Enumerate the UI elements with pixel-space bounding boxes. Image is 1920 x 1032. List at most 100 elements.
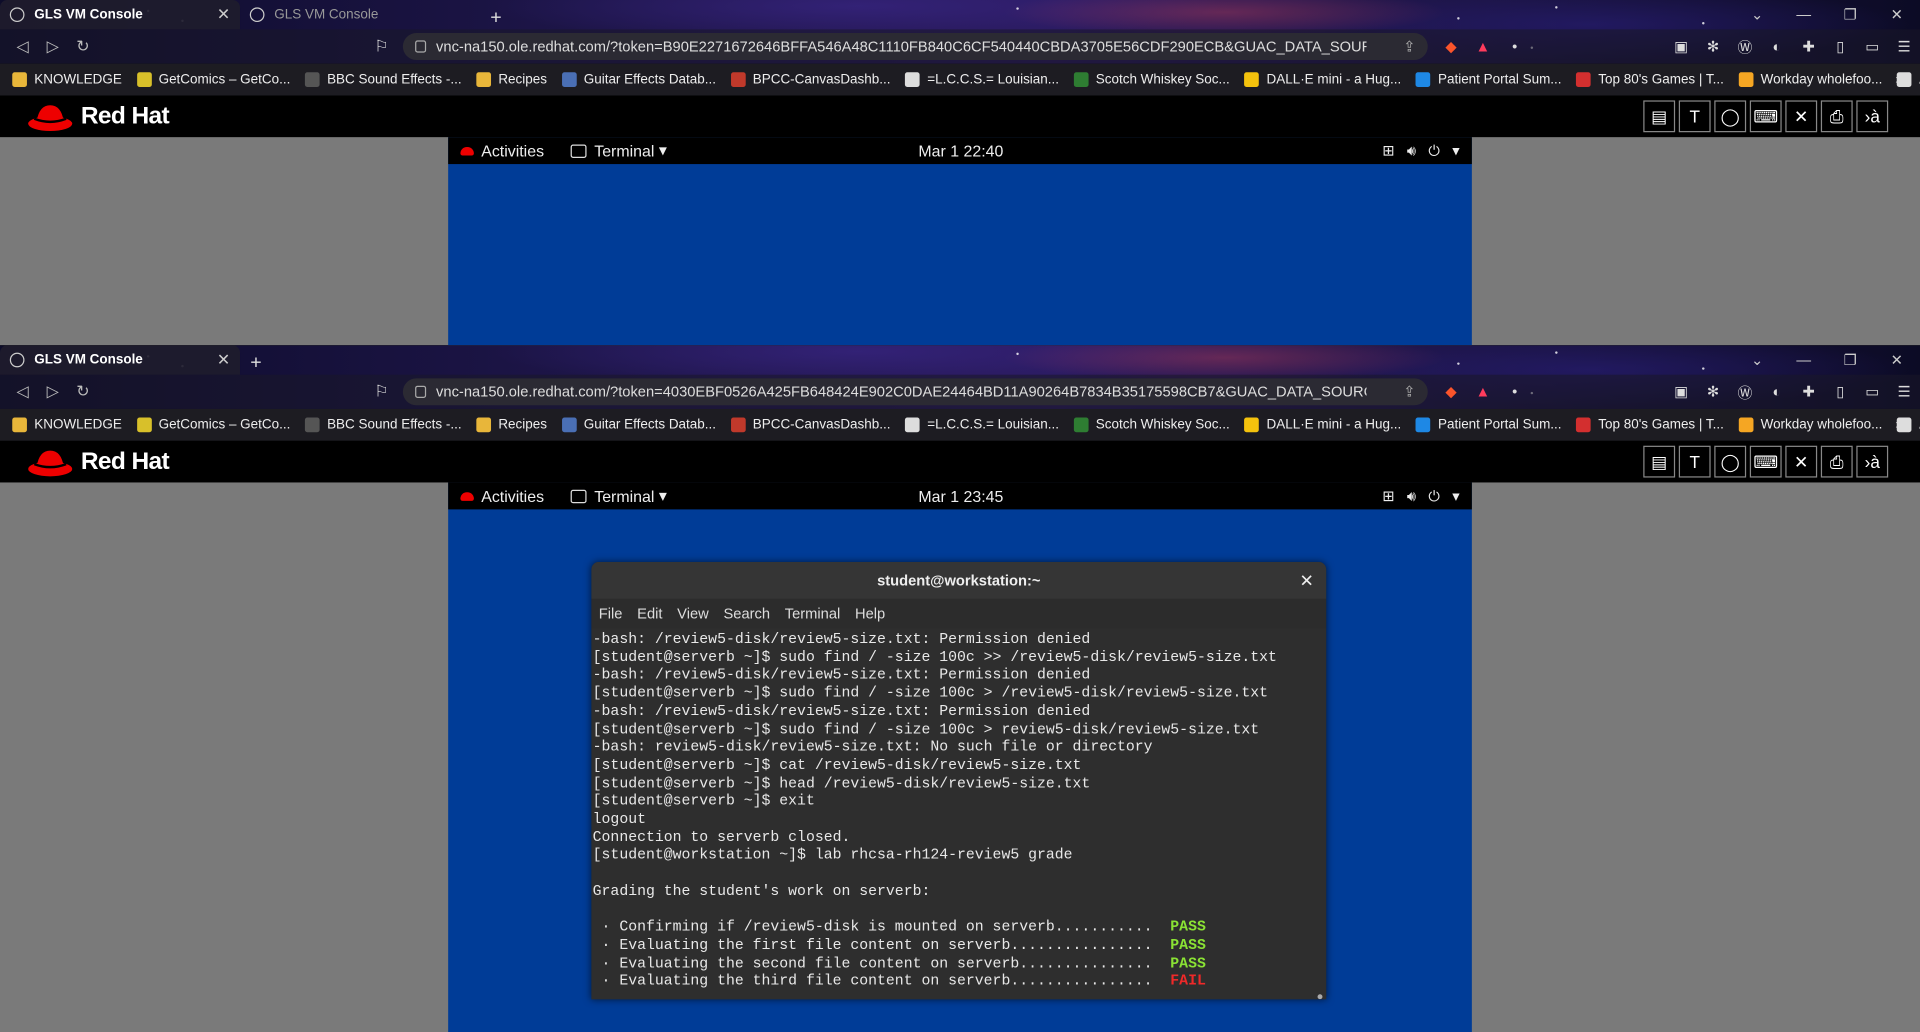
bookmark-item[interactable]: BBC Sound Effects -... xyxy=(305,72,462,87)
minimize-button[interactable]: — xyxy=(1780,345,1827,374)
menu-search[interactable]: Search xyxy=(723,605,770,622)
menu-terminal[interactable]: Terminal xyxy=(785,605,841,622)
menu-help[interactable]: Help xyxy=(855,605,885,622)
bookmarks-more-button[interactable]: » xyxy=(1895,418,1903,433)
terminal-output[interactable]: -bash: /review5-disk/review5-size.txt: P… xyxy=(591,628,1327,1000)
bookmark-item[interactable]: Workday wholefoo... xyxy=(1738,417,1882,433)
system-tray[interactable]: ⊞ 🔊︎ ⏻ ▾ xyxy=(1370,141,1459,159)
close-icon[interactable]: ✕ xyxy=(1300,562,1314,599)
disconnect-icon[interactable]: ✕ xyxy=(1785,100,1818,133)
extensions-puzzle-icon[interactable]: ✚ xyxy=(1793,38,1825,55)
menu-icon[interactable]: ☰ xyxy=(1888,383,1920,400)
tab-search-icon[interactable]: ⌄ xyxy=(1734,0,1781,29)
terminal-titlebar[interactable]: student@workstation:~ ✕ xyxy=(591,562,1327,599)
bookmark-item[interactable]: Scotch Whiskey Soc... xyxy=(1073,417,1230,433)
tab-gls-vm-console-1[interactable]: GLS VM Console ✕ xyxy=(0,0,241,30)
gnome-desktop[interactable]: Activities Terminal ▾ Mar 1 22:40 ⊞ 🔊︎ ⏻… xyxy=(448,137,1472,346)
address-bar[interactable]: vnc-na150.ole.redhat.com/?token=4030EBF0… xyxy=(402,378,1428,406)
tab-gls-vm-console[interactable]: GLS VM Console ✕ xyxy=(0,345,241,375)
restore-button[interactable]: ❐ xyxy=(1827,0,1874,29)
wallet-icon[interactable]: ▭ xyxy=(1856,383,1888,400)
disconnect-icon[interactable]: ✕ xyxy=(1785,445,1818,478)
tab-search-icon[interactable]: ⌄ xyxy=(1734,345,1781,374)
reload-icon[interactable]: ↻ xyxy=(68,37,98,57)
extension-circle-icon[interactable]: ◐ xyxy=(1761,38,1793,55)
terminal-app-menu[interactable]: Terminal ▾ xyxy=(570,486,667,506)
close-tab-icon[interactable]: ✕ xyxy=(217,350,230,370)
gnome-desktop[interactable]: Activities Terminal ▾ Mar 1 23:45 ⊞ 🔊︎ ⏻… xyxy=(448,482,1472,1032)
bookmark-item[interactable]: Scotch Whiskey Soc... xyxy=(1073,72,1230,87)
back-icon[interactable]: ◁ xyxy=(7,382,37,402)
react-devtools-icon[interactable]: ✻ xyxy=(1697,383,1729,400)
bookmark-item[interactable]: Top 80's Games | T... xyxy=(1576,72,1724,87)
close-tab-icon[interactable]: ✕ xyxy=(217,5,230,25)
bookmark-item[interactable]: Patient Portal Sum... xyxy=(1415,417,1562,433)
back-icon[interactable]: ◁ xyxy=(7,37,37,57)
bookmark-item[interactable]: BBC Sound Effects -... xyxy=(305,417,462,433)
new-tab-button[interactable]: + xyxy=(480,7,512,29)
bookmark-item[interactable]: Top 80's Games | T... xyxy=(1576,417,1724,433)
brave-rewards-icon[interactable]: ▲ xyxy=(1467,38,1499,55)
brave-rewards-icon[interactable]: ▲ xyxy=(1467,383,1499,400)
bookmark-icon[interactable]: ⚐ xyxy=(370,37,393,57)
share-icon[interactable]: ⇪ xyxy=(1403,383,1415,400)
menu-icon[interactable]: ☰ xyxy=(1888,38,1920,55)
bookmark-item[interactable]: DALL·E mini - a Hug... xyxy=(1244,72,1401,87)
wallet-icon[interactable]: ▭ xyxy=(1856,38,1888,55)
bookmark-item[interactable]: Guitar Effects Datab... xyxy=(561,417,716,433)
terminal-app-menu[interactable]: Terminal ▾ xyxy=(570,141,667,161)
text-input-icon[interactable]: T xyxy=(1678,445,1711,478)
activities-button[interactable]: Activities xyxy=(460,141,544,160)
bookmark-item[interactable]: KNOWLEDGE xyxy=(12,417,122,433)
language-icon[interactable]: ›à xyxy=(1856,445,1889,478)
brave-shields-icon[interactable]: ◆ xyxy=(1435,38,1467,55)
bookmark-item[interactable]: GetComics – GetCo... xyxy=(136,72,290,87)
bookmark-item[interactable]: Workday wholefoo... xyxy=(1738,72,1882,87)
clipboard-icon[interactable]: ▤ xyxy=(1643,100,1676,133)
bookmark-item[interactable]: =L.C.C.S.= Louisian... xyxy=(905,72,1059,87)
scrollbar[interactable] xyxy=(1317,994,1323,1000)
extension-icon[interactable]: ▣ xyxy=(1665,383,1697,400)
activities-button[interactable]: Activities xyxy=(460,487,544,505)
text-input-icon[interactable]: T xyxy=(1678,100,1711,133)
print-icon[interactable]: ⎙ xyxy=(1820,445,1853,478)
extension-icon[interactable]: ▣ xyxy=(1665,38,1697,55)
system-tray[interactable]: ⊞ 🔊︎ ⏻ ▾ xyxy=(1370,487,1459,505)
terminal-window[interactable]: student@workstation:~ ✕ File Edit View Sear… xyxy=(591,562,1327,1000)
menu-view[interactable]: View xyxy=(677,605,709,622)
bookmark-item[interactable]: =L.C.C.S.= Louisian... xyxy=(905,417,1059,433)
sidebar-icon[interactable]: ▯ xyxy=(1825,383,1857,400)
extensions-puzzle-icon[interactable]: ✚ xyxy=(1793,383,1825,400)
clock[interactable]: Mar 1 23:45 xyxy=(918,487,1003,505)
new-tab-button[interactable]: + xyxy=(240,353,272,375)
bookmark-item[interactable]: Recipes xyxy=(476,72,547,87)
wikipedia-icon[interactable]: Ⓦ xyxy=(1729,381,1761,402)
brave-shields-icon[interactable]: ◆ xyxy=(1435,383,1467,400)
bookmark-item[interactable]: Guitar Effects Datab... xyxy=(561,72,716,87)
clock[interactable]: Mar 1 22:40 xyxy=(918,141,1003,159)
keyboard-icon[interactable]: ⌨ xyxy=(1749,445,1782,478)
refresh-icon[interactable]: ◯ xyxy=(1714,445,1747,478)
bookmark-item[interactable]: KNOWLEDGE xyxy=(12,72,122,87)
address-bar[interactable]: vnc-na150.ole.redhat.com/?token=B90E2271… xyxy=(402,33,1428,61)
close-window-button[interactable]: ✕ xyxy=(1873,0,1920,29)
forward-icon[interactable]: ▷ xyxy=(38,382,68,402)
language-icon[interactable]: ›à xyxy=(1856,100,1889,133)
print-icon[interactable]: ⎙ xyxy=(1820,100,1853,133)
clipboard-icon[interactable]: ▤ xyxy=(1643,445,1676,478)
menu-file[interactable]: File xyxy=(599,605,623,622)
keyboard-icon[interactable]: ⌨ xyxy=(1749,100,1782,133)
bookmark-item[interactable]: BPCC-CanvasDashb... xyxy=(730,72,890,87)
reload-icon[interactable]: ↻ xyxy=(68,382,98,402)
close-window-button[interactable]: ✕ xyxy=(1873,345,1920,374)
forward-icon[interactable]: ▷ xyxy=(38,37,68,57)
bookmark-item[interactable]: Recipes xyxy=(476,417,547,433)
tab-gls-vm-console-2[interactable]: GLS VM Console xyxy=(240,0,480,29)
extension-circle-icon[interactable]: ◐ xyxy=(1761,383,1793,400)
sidebar-icon[interactable]: ▯ xyxy=(1825,38,1857,55)
restore-button[interactable]: ❐ xyxy=(1827,345,1874,374)
bookmark-icon[interactable]: ⚐ xyxy=(370,382,393,402)
react-devtools-icon[interactable]: ✻ xyxy=(1697,38,1729,55)
bookmark-item[interactable]: DALL·E mini - a Hug... xyxy=(1244,417,1401,433)
bookmark-item[interactable]: GetComics – GetCo... xyxy=(136,417,290,433)
